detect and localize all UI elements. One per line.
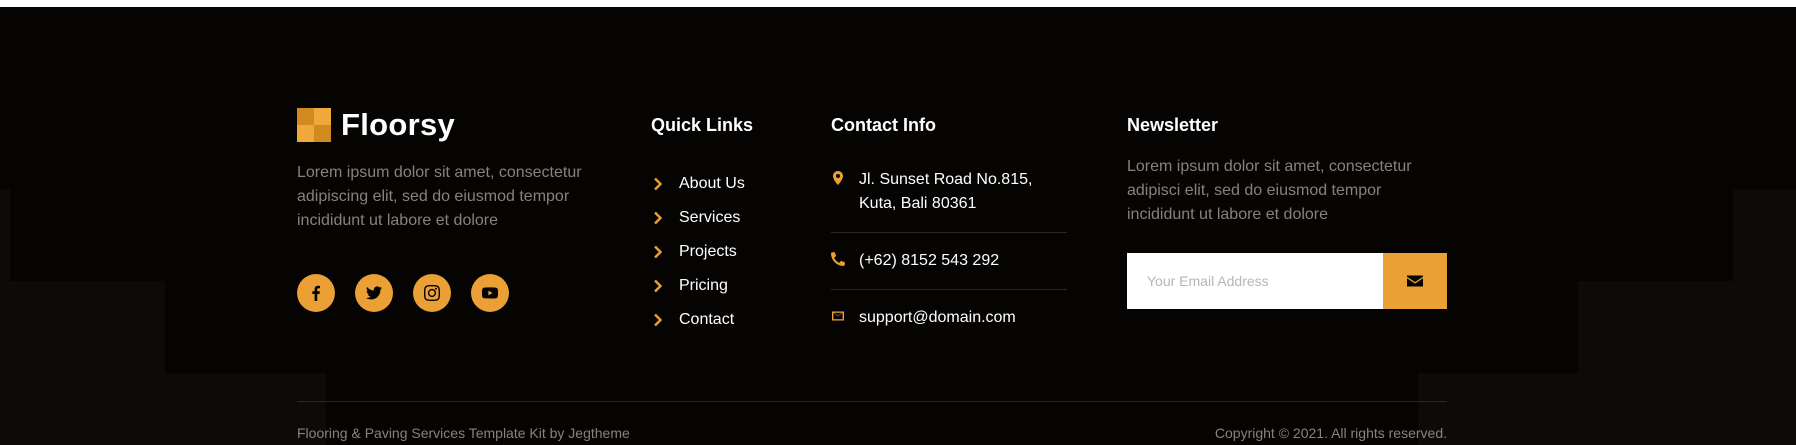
phone-icon [830, 251, 846, 268]
quick-link-label: Services [679, 209, 741, 226]
contact-email[interactable]: support@domain.com [831, 306, 1067, 330]
newsletter-description: Lorem ipsum dolor sit amet, consectetur … [1127, 158, 1412, 223]
social-links [297, 274, 509, 312]
quick-link-label: About Us [679, 175, 745, 192]
twitter-icon [366, 286, 382, 300]
footer-divider [297, 401, 1447, 402]
template-credit: Flooring & Paving Services Template Kit … [297, 425, 630, 441]
quick-link-about-us[interactable]: About Us [651, 167, 745, 201]
envelope-icon [831, 309, 845, 325]
newsletter-title: Newsletter [1127, 115, 1219, 135]
email-text: support@domain.com [859, 309, 1016, 326]
address-text: Jl. Sunset Road No.815, Kuta, Bali 80361 [859, 171, 1033, 212]
twitter-button[interactable] [355, 274, 393, 312]
facebook-icon [312, 285, 320, 301]
contact-info-title: Contact Info [831, 115, 936, 135]
contact-address: Jl. Sunset Road No.815, Kuta, Bali 80361 [831, 168, 1067, 216]
contact-divider [831, 232, 1067, 233]
copyright-text: Copyright © 2021. All rights reserved. [1214, 425, 1447, 441]
chevron-right-icon [651, 279, 665, 293]
instagram-button[interactable] [413, 274, 451, 312]
phone-text: (+62) 8152 543 292 [859, 252, 1000, 269]
contact-divider [831, 289, 1067, 290]
quick-link-label: Pricing [679, 277, 728, 294]
newsletter-form [1127, 253, 1447, 309]
chevron-right-icon [651, 211, 665, 225]
quick-links-title: Quick Links [651, 115, 754, 135]
map-pin-icon [831, 171, 845, 187]
brand-description: Lorem ipsum dolor sit amet, consectetur … [297, 164, 582, 229]
decor-block [0, 373, 326, 445]
youtube-icon [482, 287, 498, 299]
contact-info-list: Jl. Sunset Road No.815, Kuta, Bali 80361… [830, 168, 1067, 330]
decor-block [1418, 373, 1796, 445]
quick-link-label: Contact [679, 311, 735, 328]
envelope-icon [1407, 275, 1423, 287]
quick-link-projects[interactable]: Projects [651, 235, 745, 269]
newsletter-email-input[interactable] [1127, 253, 1383, 309]
logo-mark-icon [297, 108, 331, 142]
quick-link-contact[interactable]: Contact [651, 303, 745, 337]
chevron-right-icon [651, 313, 665, 327]
facebook-button[interactable] [297, 274, 335, 312]
newsletter-submit-button[interactable] [1383, 253, 1447, 309]
quick-link-services[interactable]: Services [651, 201, 745, 235]
site-footer: Floorsy Lorem ipsum dolor sit amet, cons… [0, 7, 1796, 445]
instagram-icon [424, 285, 440, 301]
youtube-button[interactable] [471, 274, 509, 312]
brand-logo[interactable]: Floorsy [297, 107, 455, 143]
chevron-right-icon [651, 177, 665, 191]
brand-name: Floorsy [341, 107, 456, 142]
footer-container: Floorsy Lorem ipsum dolor sit amet, cons… [297, 7, 1447, 445]
quick-link-label: Projects [679, 243, 737, 260]
chevron-right-icon [651, 245, 665, 259]
quick-link-pricing[interactable]: Pricing [651, 269, 745, 303]
quick-links-list: About Us Services Projects Pricing Conta… [651, 167, 745, 337]
contact-phone[interactable]: (+62) 8152 543 292 [830, 249, 1067, 273]
